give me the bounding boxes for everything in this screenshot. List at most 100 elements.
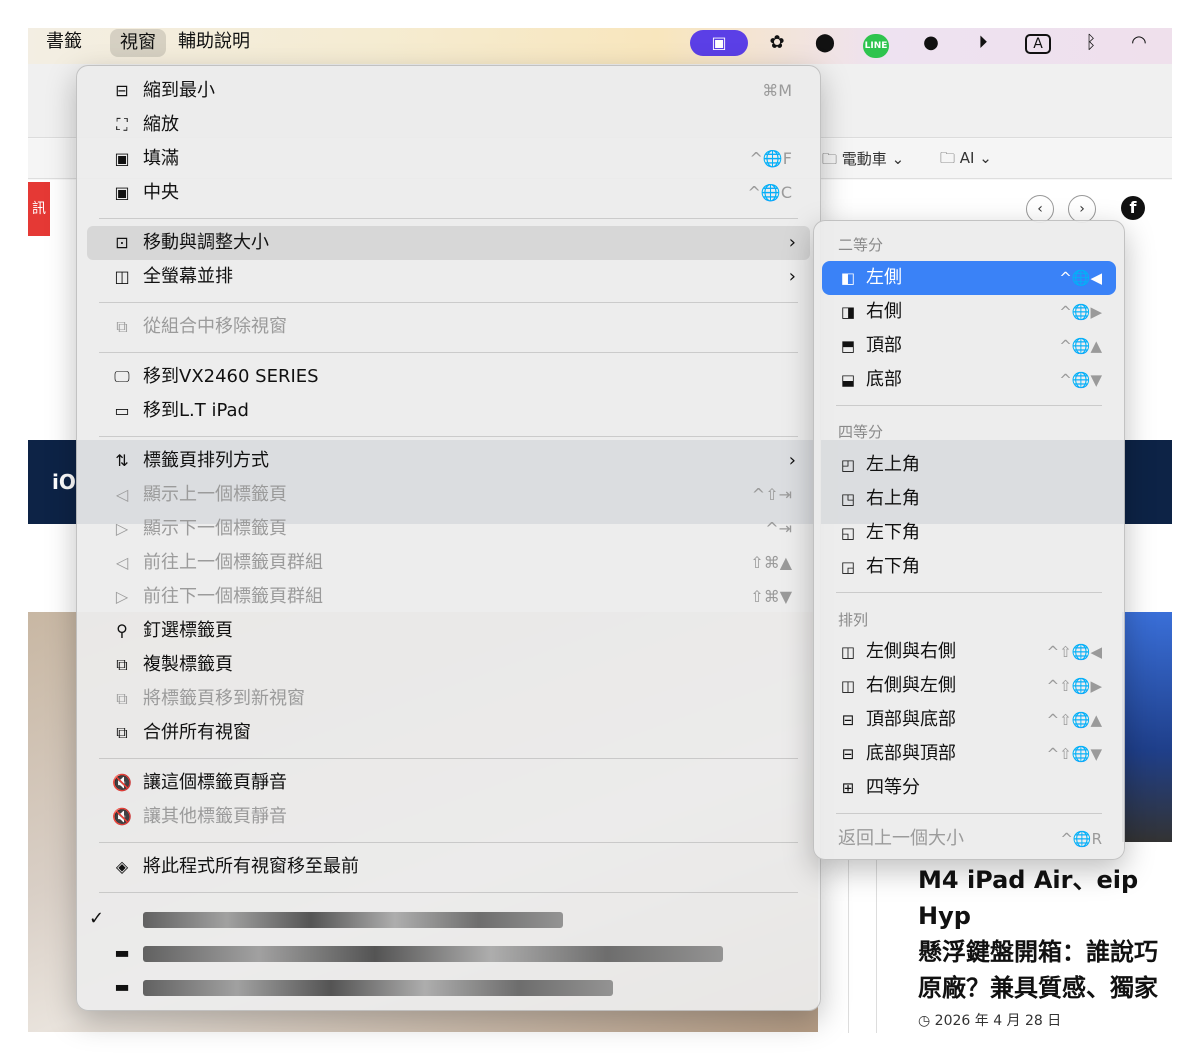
menu-item-fill[interactable]: ▣ 填滿 ^🌐F — [87, 142, 810, 176]
menu-item-bring-all-front[interactable]: ◈ 將此程式所有視窗移至最前 — [87, 850, 810, 884]
submenu-item-top-left[interactable]: ◰ 左上角 — [822, 448, 1116, 482]
move-resize-submenu: 二等分 ◧ 左側 ^🌐◀ ◨ 右側 ^🌐▶ ⬒ 頂部 ^🌐▲ ⬓ 底部 ^🌐▼ … — [813, 220, 1125, 860]
ball-icon[interactable]: ⬤ — [811, 30, 839, 56]
ipad-icon: ▭ — [114, 401, 130, 420]
menu-help[interactable]: 輔助說明 — [168, 28, 260, 56]
menu-item-move-to-display[interactable]: 🖵 移到VX2460 SERIES — [87, 360, 810, 394]
menu-item-move-to-ipad[interactable]: ▭ 移到L.T iPad — [87, 394, 810, 428]
menu-item-pin-tab[interactable]: ⚲ 釘選標籤頁 — [87, 614, 810, 648]
submenu-item-top-right[interactable]: ◳ 右上角 — [822, 482, 1116, 516]
tile-top-right-icon: ◳ — [840, 490, 856, 508]
folder-icon: 🗀 — [822, 150, 838, 168]
carousel-next-button[interactable]: › — [1068, 195, 1096, 223]
menu-item-label: 複製標籤頁 — [143, 654, 233, 675]
bluetooth-icon[interactable]: ᛒ — [1078, 30, 1104, 56]
chatgpt-icon[interactable]: ✿ — [763, 30, 791, 56]
menu-item-label: 顯示上一個標籤頁 — [143, 484, 287, 505]
submenu-item-bottom-top[interactable]: ⊟ 底部與頂部 ^⇧🌐▼ — [822, 737, 1116, 771]
line-app-icon[interactable]: LINE — [861, 30, 891, 58]
submenu-item-shortcut: ^⇧🌐▶ — [1046, 677, 1102, 695]
article-title[interactable]: M4 iPad Air、eip Hyp 懸浮鍵盤開箱：誰說巧 原廠？兼具質感、獨… — [918, 862, 1172, 1008]
prev-group-icon: ◁ — [115, 553, 129, 572]
merge-windows-icon: ⧉ — [116, 723, 128, 742]
divider — [876, 860, 877, 1033]
favorite-folder-ai[interactable]: 🗀 AI ⌄ — [940, 148, 992, 173]
menu-item-full-screen-tile[interactable]: ◫ 全螢幕並排 › — [87, 260, 810, 294]
submenu-item-shortcut: ^🌐▲ — [1059, 337, 1102, 355]
menu-item-label: 移到VX2460 SERIES — [143, 366, 319, 387]
article-thumbnail[interactable] — [1122, 612, 1172, 842]
submenu-item-bottom[interactable]: ⬓ 底部 ^🌐▼ — [822, 363, 1116, 397]
submenu-item-label: 底部與頂部 — [866, 743, 956, 764]
menu-separator — [99, 436, 798, 437]
submenu-item-right[interactable]: ◨ 右側 ^🌐▶ — [822, 295, 1116, 329]
divider — [848, 860, 849, 1033]
favorite-folder-ev[interactable]: 🗀 電動車 ⌄ — [822, 148, 904, 174]
next-tab-icon: ▷ — [115, 519, 129, 538]
menu-item-prev-group: ◁ 前往上一個標籤頁群組 ⇧⌘▲ — [87, 546, 810, 580]
menu-item-next-group: ▷ 前往下一個標籤頁群組 ⇧⌘▼ — [87, 580, 810, 614]
menu-item-sort-tabs[interactable]: ⇅ 標籤頁排列方式 › — [87, 444, 810, 478]
section-header-arrange: 排列 — [838, 611, 869, 629]
submenu-item-left[interactable]: ◧ 左側 ^🌐◀ — [822, 261, 1116, 295]
mute-others-icon: 🔇 — [112, 807, 132, 826]
menu-separator — [99, 758, 798, 759]
screenshot-stage: 🗀 電動車 ⌄ 🗀 AI ⌄ 訊 ‹ › f iO M4 iPad Air、ei… — [0, 0, 1200, 1062]
arrange-right-left-icon: ◫ — [840, 677, 856, 695]
menu-bookmarks[interactable]: 書籤 — [36, 28, 92, 56]
facebook-icon[interactable]: f — [1121, 196, 1145, 220]
menu-item-shortcut: ⇧⌘▼ — [750, 587, 792, 606]
menu-item-label: 顯示下一個標籤頁 — [143, 518, 287, 539]
submenu-item-return-previous-size[interactable]: 返回上一個大小 ^🌐R — [822, 822, 1116, 856]
window-list-item[interactable]: ▬ — [87, 936, 810, 970]
menu-item-zoom[interactable]: ⛶ 縮放 — [87, 108, 810, 142]
submenu-item-top-bottom[interactable]: ⊟ 頂部與底部 ^⇧🌐▲ — [822, 703, 1116, 737]
screen-share-icon[interactable]: ▣ — [690, 30, 748, 56]
menu-item-label: 縮到最小 — [143, 80, 215, 101]
chevron-down-icon: ⌄ — [979, 149, 992, 167]
section-header-halves: 二等分 — [838, 236, 884, 254]
menu-item-move-resize[interactable]: ⊡ 移動與調整大小 › — [87, 226, 810, 260]
wifi-icon[interactable]: ◠ — [1124, 30, 1154, 56]
menu-item-merge-windows[interactable]: ⧉ 合併所有視窗 — [87, 716, 810, 750]
duplicate-icon: ⧉ — [116, 655, 128, 674]
fill-icon: ▣ — [114, 149, 130, 168]
menu-item-center[interactable]: ▣ 中央 ^🌐C — [87, 176, 810, 210]
window-list-item-active[interactable]: ✓ — [87, 902, 810, 936]
window-list-item[interactable]: ▬ — [87, 970, 810, 1004]
submenu-item-bottom-right[interactable]: ◲ 右下角 — [822, 550, 1116, 584]
tile-right-icon: ◨ — [840, 303, 856, 321]
menu-item-shortcut: ^⇥ — [765, 519, 792, 538]
menu-bar: 書籤 視窗 輔助說明 ▣ ✿ ⬤ LINE ● ⏵ A ᛒ ◠ — [28, 28, 1172, 64]
chevron-right-icon: › — [788, 232, 796, 253]
submenu-item-quarters[interactable]: ⊞ 四等分 — [822, 771, 1116, 805]
menu-item-label: 填滿 — [143, 148, 179, 169]
wechat-icon[interactable]: ● — [916, 30, 946, 56]
menu-item-remove-from-set: ⧉ 從組合中移除視窗 — [87, 310, 810, 344]
menu-item-minimize[interactable]: ⊟ 縮到最小 ⌘M — [87, 74, 810, 108]
submenu-item-right-left[interactable]: ◫ 右側與左側 ^⇧🌐▶ — [822, 669, 1116, 703]
menu-item-label: 前往下一個標籤頁群組 — [143, 586, 323, 607]
redacted-window-title — [143, 946, 723, 962]
submenu-item-bottom-left[interactable]: ◱ 左下角 — [822, 516, 1116, 550]
checkmark-icon: ✓ — [89, 908, 105, 929]
tile-top-left-icon: ◰ — [840, 456, 856, 474]
submenu-item-shortcut: ^🌐R — [1060, 830, 1102, 848]
submenu-item-shortcut: ^⇧🌐▼ — [1046, 745, 1102, 763]
play-icon[interactable]: ⏵ — [970, 30, 996, 56]
submenu-separator — [836, 405, 1102, 406]
menu-window[interactable]: 視窗 — [110, 29, 166, 57]
input-method-icon[interactable]: A — [1024, 30, 1052, 56]
submenu-item-top[interactable]: ⬒ 頂部 ^🌐▲ — [822, 329, 1116, 363]
submenu-item-left-right[interactable]: ◫ 左側與右側 ^⇧🌐◀ — [822, 635, 1116, 669]
submenu-item-label: 底部 — [866, 369, 902, 390]
menu-item-duplicate-tab[interactable]: ⧉ 複製標籤頁 — [87, 648, 810, 682]
carousel-prev-button[interactable]: ‹ — [1026, 195, 1054, 223]
menu-item-mute-tab[interactable]: 🔇 讓這個標籤頁靜音 — [87, 766, 810, 800]
menu-separator — [99, 352, 798, 353]
sort-icon: ⇅ — [115, 451, 129, 470]
input-method-label: A — [1025, 34, 1051, 54]
tile-top-icon: ⬒ — [840, 337, 856, 355]
site-logo[interactable]: iO — [52, 470, 76, 494]
article-date: ◷ 2026 年 4 月 28 日 — [918, 1010, 1061, 1030]
